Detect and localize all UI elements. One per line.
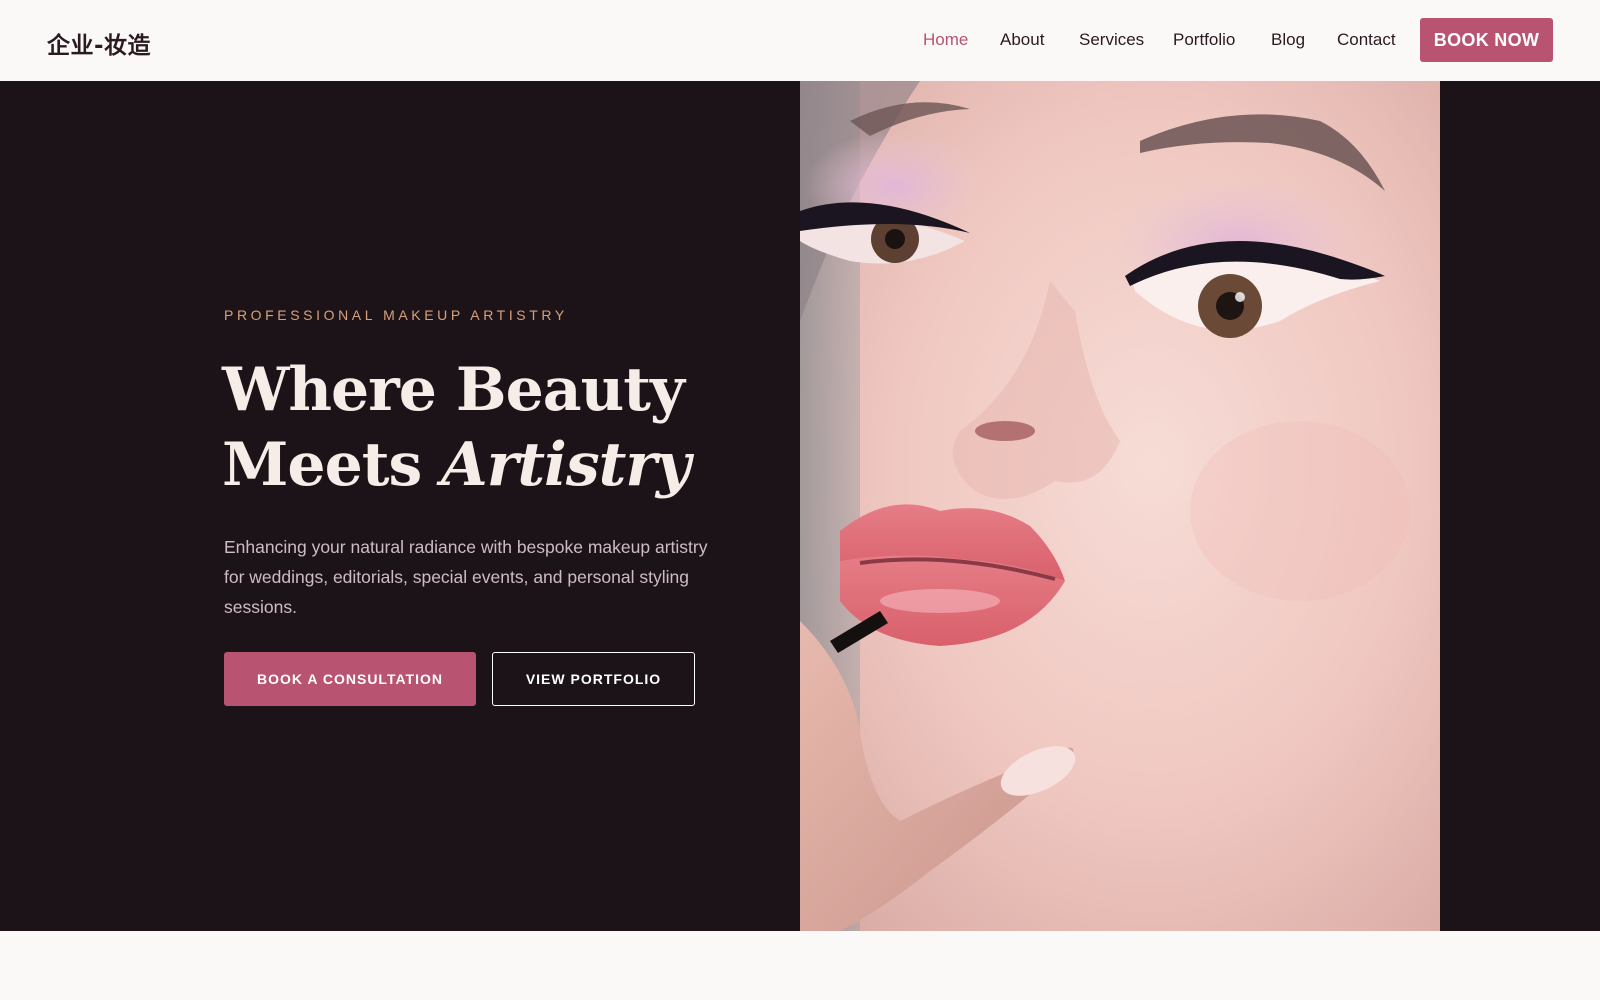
book-now-button[interactable]: BOOK NOW — [1420, 18, 1553, 62]
nav-link-blog[interactable]: Blog — [1271, 30, 1305, 50]
book-consultation-button[interactable]: BOOK A CONSULTATION — [224, 652, 476, 706]
next-section — [0, 931, 1600, 1000]
site-logo[interactable]: 企业-妆造 — [47, 26, 151, 60]
hero-headline-line2: Meets — [222, 430, 442, 500]
nav-link-contact[interactable]: Contact — [1337, 30, 1396, 50]
portrait-illustration — [800, 81, 1440, 931]
hero-headline: Where Beauty Meets Artistry — [222, 353, 782, 503]
hero-headline-italic: Artistry — [441, 430, 691, 500]
site-header: 企业-妆造 Home About Services Portfolio Blog… — [0, 0, 1600, 81]
hero-description: Enhancing your natural radiance with bes… — [224, 537, 708, 617]
nav-link-portfolio[interactable]: Portfolio — [1173, 30, 1235, 50]
hero-eyebrow: PROFESSIONAL MAKEUP ARTISTRY — [224, 307, 568, 323]
nav-link-about[interactable]: About — [1000, 30, 1044, 50]
hero-headline-line1: Where Beauty — [222, 355, 685, 425]
nav-link-services[interactable]: Services — [1079, 30, 1144, 50]
hero-portrait-image — [800, 81, 1440, 931]
hero-section: PROFESSIONAL MAKEUP ARTISTRY Where Beaut… — [0, 81, 1600, 931]
nav-link-home[interactable]: Home — [923, 30, 968, 50]
view-portfolio-button[interactable]: VIEW PORTFOLIO — [492, 652, 695, 706]
